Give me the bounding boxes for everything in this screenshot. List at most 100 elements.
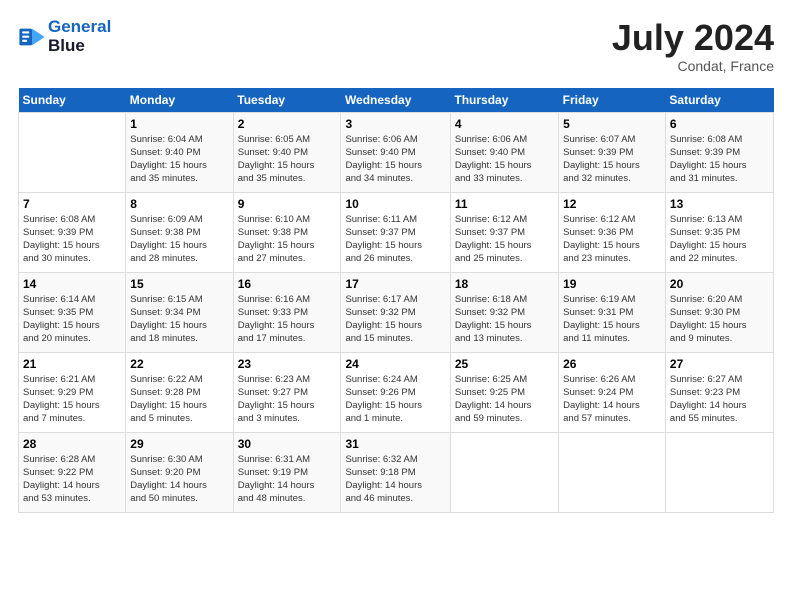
calendar-cell: 1 Sunrise: 6:04 AMSunset: 9:40 PMDaylight… [126, 112, 233, 192]
day-info: Sunrise: 6:04 AMSunset: 9:40 PMDaylight:… [130, 133, 228, 186]
calendar-cell: 12 Sunrise: 6:12 AMSunset: 9:36 PMDayligh… [559, 192, 666, 272]
day-info: Sunrise: 6:14 AMSunset: 9:35 PMDaylight:… [23, 293, 121, 346]
calendar-cell: 14 Sunrise: 6:14 AMSunset: 9:35 PMDayligh… [19, 272, 126, 352]
table-row: 7 Sunrise: 6:08 AMSunset: 9:39 PMDaylight… [19, 192, 774, 272]
day-number: 7 [23, 197, 121, 211]
calendar-cell: 17 Sunrise: 6:17 AMSunset: 9:32 PMDayligh… [341, 272, 450, 352]
day-number: 3 [345, 117, 445, 131]
header: General Blue July 2024 Condat, France [18, 18, 774, 74]
day-number: 14 [23, 277, 121, 291]
calendar-cell: 19 Sunrise: 6:19 AMSunset: 9:31 PMDayligh… [559, 272, 666, 352]
day-info: Sunrise: 6:05 AMSunset: 9:40 PMDaylight:… [238, 133, 337, 186]
calendar-cell: 7 Sunrise: 6:08 AMSunset: 9:39 PMDaylight… [19, 192, 126, 272]
calendar-cell: 21Sunrise: 6:21 AMSunset: 9:29 PMDayligh… [19, 352, 126, 432]
calendar-cell: 23Sunrise: 6:23 AMSunset: 9:27 PMDayligh… [233, 352, 341, 432]
calendar-cell: 24 Sunrise: 6:24 AMSunset: 9:26 PMDayligh… [341, 352, 450, 432]
calendar-cell: 4 Sunrise: 6:06 AMSunset: 9:40 PMDaylight… [450, 112, 558, 192]
column-header-sunday: Sunday [19, 88, 126, 113]
calendar-cell: 5Sunrise: 6:07 AMSunset: 9:39 PMDaylight… [559, 112, 666, 192]
day-info: Sunrise: 6:11 AMSunset: 9:37 PMDaylight:… [345, 213, 445, 266]
day-info: Sunrise: 6:16 AMSunset: 9:33 PMDaylight:… [238, 293, 337, 346]
calendar-cell: 22 Sunrise: 6:22 AMSunset: 9:28 PMDayligh… [126, 352, 233, 432]
day-info: Sunrise: 6:28 AMSunset: 9:22 PMDaylight:… [23, 453, 121, 506]
day-info: Sunrise: 6:08 AMSunset: 9:39 PMDaylight:… [670, 133, 769, 186]
calendar-cell: 27Sunrise: 6:27 AMSunset: 9:23 PMDayligh… [665, 352, 773, 432]
table-header-row: SundayMondayTuesdayWednesdayThursdayFrid… [19, 88, 774, 113]
calendar-cell: 31 Sunrise: 6:32 AMSunset: 9:18 PMDayligh… [341, 432, 450, 512]
day-info: Sunrise: 6:20 AMSunset: 9:30 PMDaylight:… [670, 293, 769, 346]
day-info: Sunrise: 6:19 AMSunset: 9:31 PMDaylight:… [563, 293, 661, 346]
column-header-friday: Friday [559, 88, 666, 113]
day-number: 6 [670, 117, 769, 131]
day-number: 5 [563, 117, 661, 131]
day-info: Sunrise: 6:21 AMSunset: 9:29 PMDaylight:… [23, 373, 121, 426]
page-container: General Blue July 2024 Condat, France Su… [0, 0, 792, 523]
calendar-cell: 25 Sunrise: 6:25 AMSunset: 9:25 PMDayligh… [450, 352, 558, 432]
calendar-cell: 9 Sunrise: 6:10 AMSunset: 9:38 PMDaylight… [233, 192, 341, 272]
day-info: Sunrise: 6:18 AMSunset: 9:32 PMDaylight:… [455, 293, 554, 346]
calendar-cell: 13 Sunrise: 6:13 AMSunset: 9:35 PMDayligh… [665, 192, 773, 272]
day-info: Sunrise: 6:15 AMSunset: 9:34 PMDaylight:… [130, 293, 228, 346]
day-number: 22 [130, 357, 228, 371]
calendar-cell: 18 Sunrise: 6:18 AMSunset: 9:32 PMDayligh… [450, 272, 558, 352]
day-number: 1 [130, 117, 228, 131]
day-number: 13 [670, 197, 769, 211]
day-number: 29 [130, 437, 228, 451]
calendar-cell: 11 Sunrise: 6:12 AMSunset: 9:37 PMDayligh… [450, 192, 558, 272]
day-number: 18 [455, 277, 554, 291]
column-header-wednesday: Wednesday [341, 88, 450, 113]
day-info: Sunrise: 6:22 AMSunset: 9:28 PMDaylight:… [130, 373, 228, 426]
calendar-cell: 16Sunrise: 6:16 AMSunset: 9:33 PMDayligh… [233, 272, 341, 352]
day-number: 23 [238, 357, 337, 371]
calendar-cell: 26Sunrise: 6:26 AMSunset: 9:24 PMDayligh… [559, 352, 666, 432]
day-info: Sunrise: 6:32 AMSunset: 9:18 PMDaylight:… [345, 453, 445, 506]
day-info: Sunrise: 6:08 AMSunset: 9:39 PMDaylight:… [23, 213, 121, 266]
day-number: 11 [455, 197, 554, 211]
table-row: 14 Sunrise: 6:14 AMSunset: 9:35 PMDayligh… [19, 272, 774, 352]
day-info: Sunrise: 6:12 AMSunset: 9:37 PMDaylight:… [455, 213, 554, 266]
day-info: Sunrise: 6:06 AMSunset: 9:40 PMDaylight:… [455, 133, 554, 186]
day-info: Sunrise: 6:12 AMSunset: 9:36 PMDaylight:… [563, 213, 661, 266]
calendar-table: SundayMondayTuesdayWednesdayThursdayFrid… [18, 88, 774, 513]
day-info: Sunrise: 6:06 AMSunset: 9:40 PMDaylight:… [345, 133, 445, 186]
calendar-cell: 8Sunrise: 6:09 AMSunset: 9:38 PMDaylight… [126, 192, 233, 272]
day-info: Sunrise: 6:31 AMSunset: 9:19 PMDaylight:… [238, 453, 337, 506]
logo: General Blue [18, 18, 111, 55]
table-row: 1 Sunrise: 6:04 AMSunset: 9:40 PMDaylight… [19, 112, 774, 192]
day-number: 28 [23, 437, 121, 451]
logo-line2: Blue [48, 36, 85, 55]
day-number: 25 [455, 357, 554, 371]
day-number: 19 [563, 277, 661, 291]
day-info: Sunrise: 6:17 AMSunset: 9:32 PMDaylight:… [345, 293, 445, 346]
location: Condat, France [612, 58, 774, 74]
calendar-cell: 10Sunrise: 6:11 AMSunset: 9:37 PMDayligh… [341, 192, 450, 272]
table-row: 28 Sunrise: 6:28 AMSunset: 9:22 PMDayligh… [19, 432, 774, 512]
day-number: 24 [345, 357, 445, 371]
calendar-cell: 2Sunrise: 6:05 AMSunset: 9:40 PMDaylight… [233, 112, 341, 192]
day-number: 17 [345, 277, 445, 291]
calendar-cell: 15 Sunrise: 6:15 AMSunset: 9:34 PMDayligh… [126, 272, 233, 352]
calendar-cell [450, 432, 558, 512]
day-number: 30 [238, 437, 337, 451]
day-number: 26 [563, 357, 661, 371]
calendar-cell: 29Sunrise: 6:30 AMSunset: 9:20 PMDayligh… [126, 432, 233, 512]
day-info: Sunrise: 6:13 AMSunset: 9:35 PMDaylight:… [670, 213, 769, 266]
day-number: 4 [455, 117, 554, 131]
day-number: 15 [130, 277, 228, 291]
day-number: 31 [345, 437, 445, 451]
title-block: July 2024 Condat, France [612, 18, 774, 74]
calendar-cell [559, 432, 666, 512]
calendar-cell: 3 Sunrise: 6:06 AMSunset: 9:40 PMDaylight… [341, 112, 450, 192]
day-info: Sunrise: 6:24 AMSunset: 9:26 PMDaylight:… [345, 373, 445, 426]
day-number: 20 [670, 277, 769, 291]
calendar-cell [19, 112, 126, 192]
day-number: 12 [563, 197, 661, 211]
day-number: 9 [238, 197, 337, 211]
logo-line1: General [48, 17, 111, 36]
day-info: Sunrise: 6:10 AMSunset: 9:38 PMDaylight:… [238, 213, 337, 266]
calendar-cell: 6 Sunrise: 6:08 AMSunset: 9:39 PMDaylight… [665, 112, 773, 192]
calendar-cell: 30 Sunrise: 6:31 AMSunset: 9:19 PMDayligh… [233, 432, 341, 512]
day-info: Sunrise: 6:25 AMSunset: 9:25 PMDaylight:… [455, 373, 554, 426]
table-row: 21Sunrise: 6:21 AMSunset: 9:29 PMDayligh… [19, 352, 774, 432]
calendar-cell [665, 432, 773, 512]
